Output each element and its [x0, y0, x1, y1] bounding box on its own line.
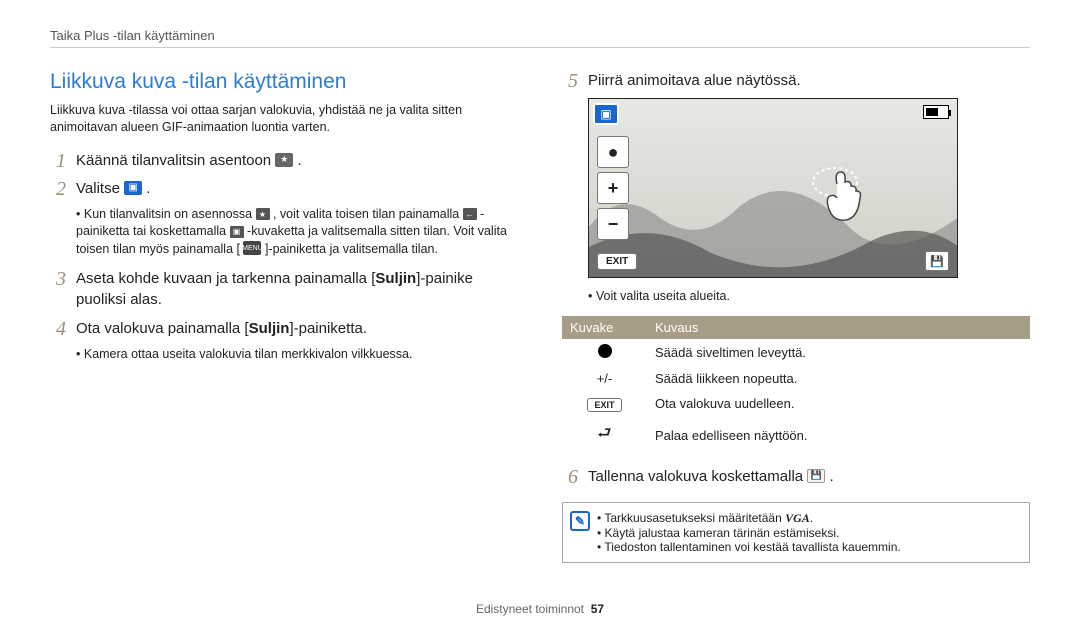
step-text: . [146, 180, 150, 197]
exit-chip-icon: EXIT [587, 398, 621, 412]
section-title: Liikkuva kuva -tilan käyttäminen [50, 70, 518, 94]
step-number: 3 [50, 268, 76, 310]
step-text: Ota valokuva painamalla [ [76, 320, 249, 337]
step-2-bullets: Kun tilanvalitsin on asennossa ★ , voit … [76, 206, 518, 259]
mode-star-icon [275, 153, 293, 167]
breadcrumb: Taika Plus -tilan käyttäminen [50, 28, 1030, 43]
note-item: Tarkkuusasetukseksi määritetään VGA. [597, 511, 1021, 526]
speed-minus-button[interactable] [597, 208, 629, 240]
step-text: Käännä tilanvalitsin asentoon [76, 152, 275, 169]
step-number: 1 [50, 150, 76, 172]
brush-dot-icon [598, 344, 612, 358]
shutter-label: Suljin [249, 320, 290, 337]
icon-description-table: Kuvake Kuvaus Säädä siveltimen leveyttä.… [562, 316, 1030, 454]
back-icon: ← [463, 208, 477, 220]
step-text: Aseta kohde kuvaan ja tarkenna painamall… [76, 270, 375, 287]
back-arrow-icon: ⮐ [597, 422, 611, 449]
step-4: 4 Ota valokuva painamalla [Suljin]-paini… [50, 318, 518, 340]
shutter-label: Suljin [375, 270, 416, 287]
photo-mode-icon [124, 181, 142, 195]
step-text: . [829, 468, 833, 485]
menu-icon [243, 241, 261, 255]
camera-icon: ▣ [230, 226, 244, 238]
table-header-icon: Kuvake [562, 316, 647, 339]
step-text: ]-painiketta. [289, 320, 367, 337]
step-6: 6 Tallenna valokuva koskettamalla . [562, 466, 1030, 488]
save-button[interactable]: 💾 [925, 251, 949, 271]
bullet-text: Kun tilanvalitsin on asennossa [84, 207, 256, 221]
table-row: Säädä siveltimen leveyttä. [562, 339, 1030, 366]
step-5-bullets: Voit valita useita alueita. [588, 288, 1030, 306]
exit-button[interactable]: EXIT [597, 253, 637, 270]
header-rule [50, 47, 1030, 48]
vga-label: VGA [785, 511, 810, 525]
bullet-text: Kamera ottaa useita valokuvia tilan merk… [76, 346, 518, 364]
bullet-text: , voit valita toisen tilan painamalla [273, 207, 463, 221]
step-number: 4 [50, 318, 76, 340]
table-row: ⮐ Palaa edelliseen näyttöön. [562, 417, 1030, 454]
table-cell-desc: Säädä liikkeen nopeutta. [647, 366, 1030, 391]
step-text: Tallenna valokuva koskettamalla [588, 468, 807, 485]
table-cell-desc: Palaa edelliseen näyttöön. [647, 417, 1030, 454]
note-item: Tiedoston tallentaminen voi kestää taval… [597, 540, 1021, 554]
step-number: 5 [562, 70, 588, 92]
bullet-text: Voit valita useita alueita. [588, 288, 1030, 306]
note-box: ✎ Tarkkuusasetukseksi määritetään VGA. K… [562, 502, 1030, 563]
note-text: . [810, 511, 813, 525]
table-cell-desc: Ota valokuva uudelleen. [647, 391, 1030, 417]
table-row: +/- Säädä liikkeen nopeutta. [562, 366, 1030, 391]
table-header-desc: Kuvaus [647, 316, 1030, 339]
table-row: EXIT Ota valokuva uudelleen. [562, 391, 1030, 417]
section-intro: Liikkuva kuva -tilassa voi ottaa sarjan … [50, 102, 518, 136]
step-2: 2 Valitse . [50, 178, 518, 200]
step-text: Valitse [76, 180, 124, 197]
page-footer: Edistyneet toiminnot 57 [0, 602, 1080, 616]
right-column: 5 Piirrä animoitava alue näytössä. ▣ [562, 70, 1030, 563]
step-number: 2 [50, 178, 76, 200]
bullet-text: ]-painiketta ja valitsemalla tilan. [265, 242, 438, 256]
step-text: Piirrä animoitava alue näytössä. [588, 70, 1030, 92]
save-icon [807, 469, 825, 483]
plus-minus-icon: +/- [562, 366, 647, 391]
camera-screen-illustration: ▣ EXIT 💾 [588, 98, 958, 278]
step-1: 1 Käännä tilanvalitsin asentoon . [50, 150, 518, 172]
brush-size-button[interactable] [597, 136, 629, 168]
step-3: 3 Aseta kohde kuvaan ja tarkenna painama… [50, 268, 518, 310]
left-column: Liikkuva kuva -tilan käyttäminen Liikkuv… [50, 70, 518, 563]
step-number: 6 [562, 466, 588, 488]
note-item: Käytä jalustaa kameran tärinän estämisek… [597, 526, 1021, 540]
table-cell-desc: Säädä siveltimen leveyttä. [647, 339, 1030, 366]
touch-hand-icon [807, 162, 877, 232]
mode-badge-icon: ▣ [593, 103, 619, 125]
battery-icon [923, 105, 949, 119]
step-5: 5 Piirrä animoitava alue näytössä. [562, 70, 1030, 92]
step-text: . [297, 152, 301, 169]
step-4-bullets: Kamera ottaa useita valokuvia tilan merk… [76, 346, 518, 364]
speed-plus-button[interactable] [597, 172, 629, 204]
footer-label: Edistyneet toiminnot [476, 602, 584, 616]
note-text: Tarkkuusasetukseksi määritetään [604, 511, 785, 525]
mode-star-icon: ★ [256, 208, 270, 220]
note-icon: ✎ [570, 511, 590, 531]
page-number: 57 [591, 602, 604, 616]
